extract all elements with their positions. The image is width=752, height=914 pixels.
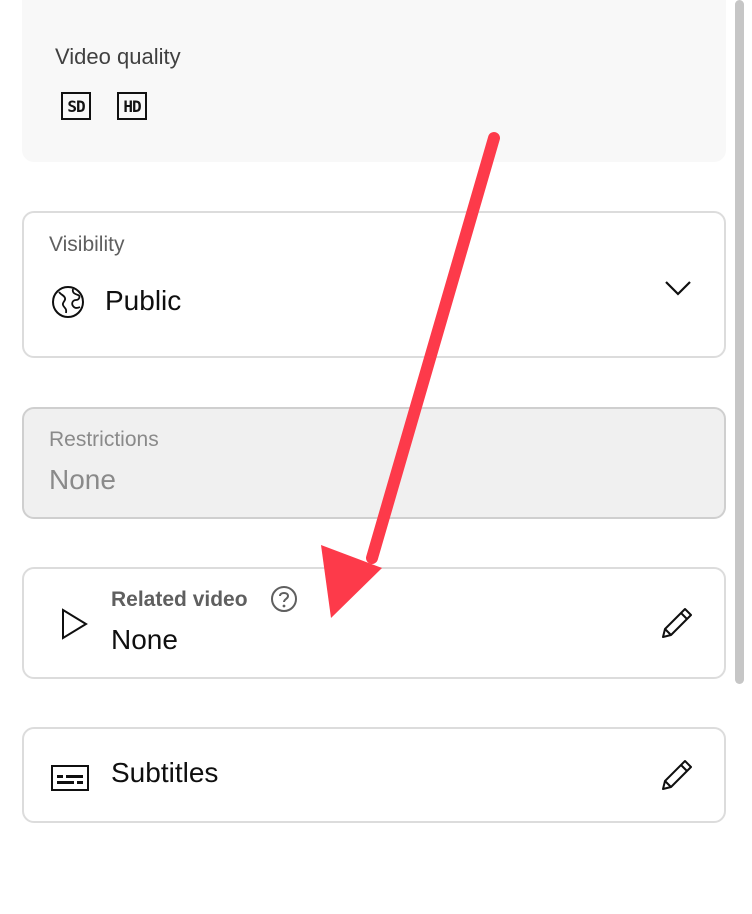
- restrictions-field: Restrictions None: [22, 407, 726, 519]
- related-video-label: Related video: [111, 588, 248, 611]
- visibility-value: Public: [105, 285, 182, 316]
- pencil-icon[interactable]: [657, 603, 697, 643]
- play-icon: [62, 608, 88, 640]
- scrollbar[interactable]: [735, 0, 744, 684]
- restrictions-label: Restrictions: [49, 428, 159, 451]
- visibility-dropdown[interactable]: Visibility Public: [22, 211, 726, 358]
- subtitles-icon: [51, 765, 89, 791]
- visibility-label: Visibility: [49, 233, 125, 256]
- sd-badge-icon: SD: [61, 92, 91, 120]
- help-circle-icon[interactable]: [270, 585, 298, 613]
- related-video-field[interactable]: Related video None: [22, 567, 726, 679]
- subtitles-label: Subtitles: [111, 757, 219, 788]
- subtitles-field[interactable]: Subtitles: [22, 727, 726, 823]
- related-video-value: None: [111, 624, 178, 655]
- video-quality-label: Video quality: [55, 44, 181, 69]
- video-quality-card: [22, 0, 726, 162]
- globe-icon: [52, 286, 84, 318]
- hd-badge-icon: HD: [117, 92, 147, 120]
- chevron-down-icon[interactable]: [662, 275, 694, 301]
- restrictions-value: None: [49, 464, 116, 495]
- pencil-icon[interactable]: [657, 755, 697, 795]
